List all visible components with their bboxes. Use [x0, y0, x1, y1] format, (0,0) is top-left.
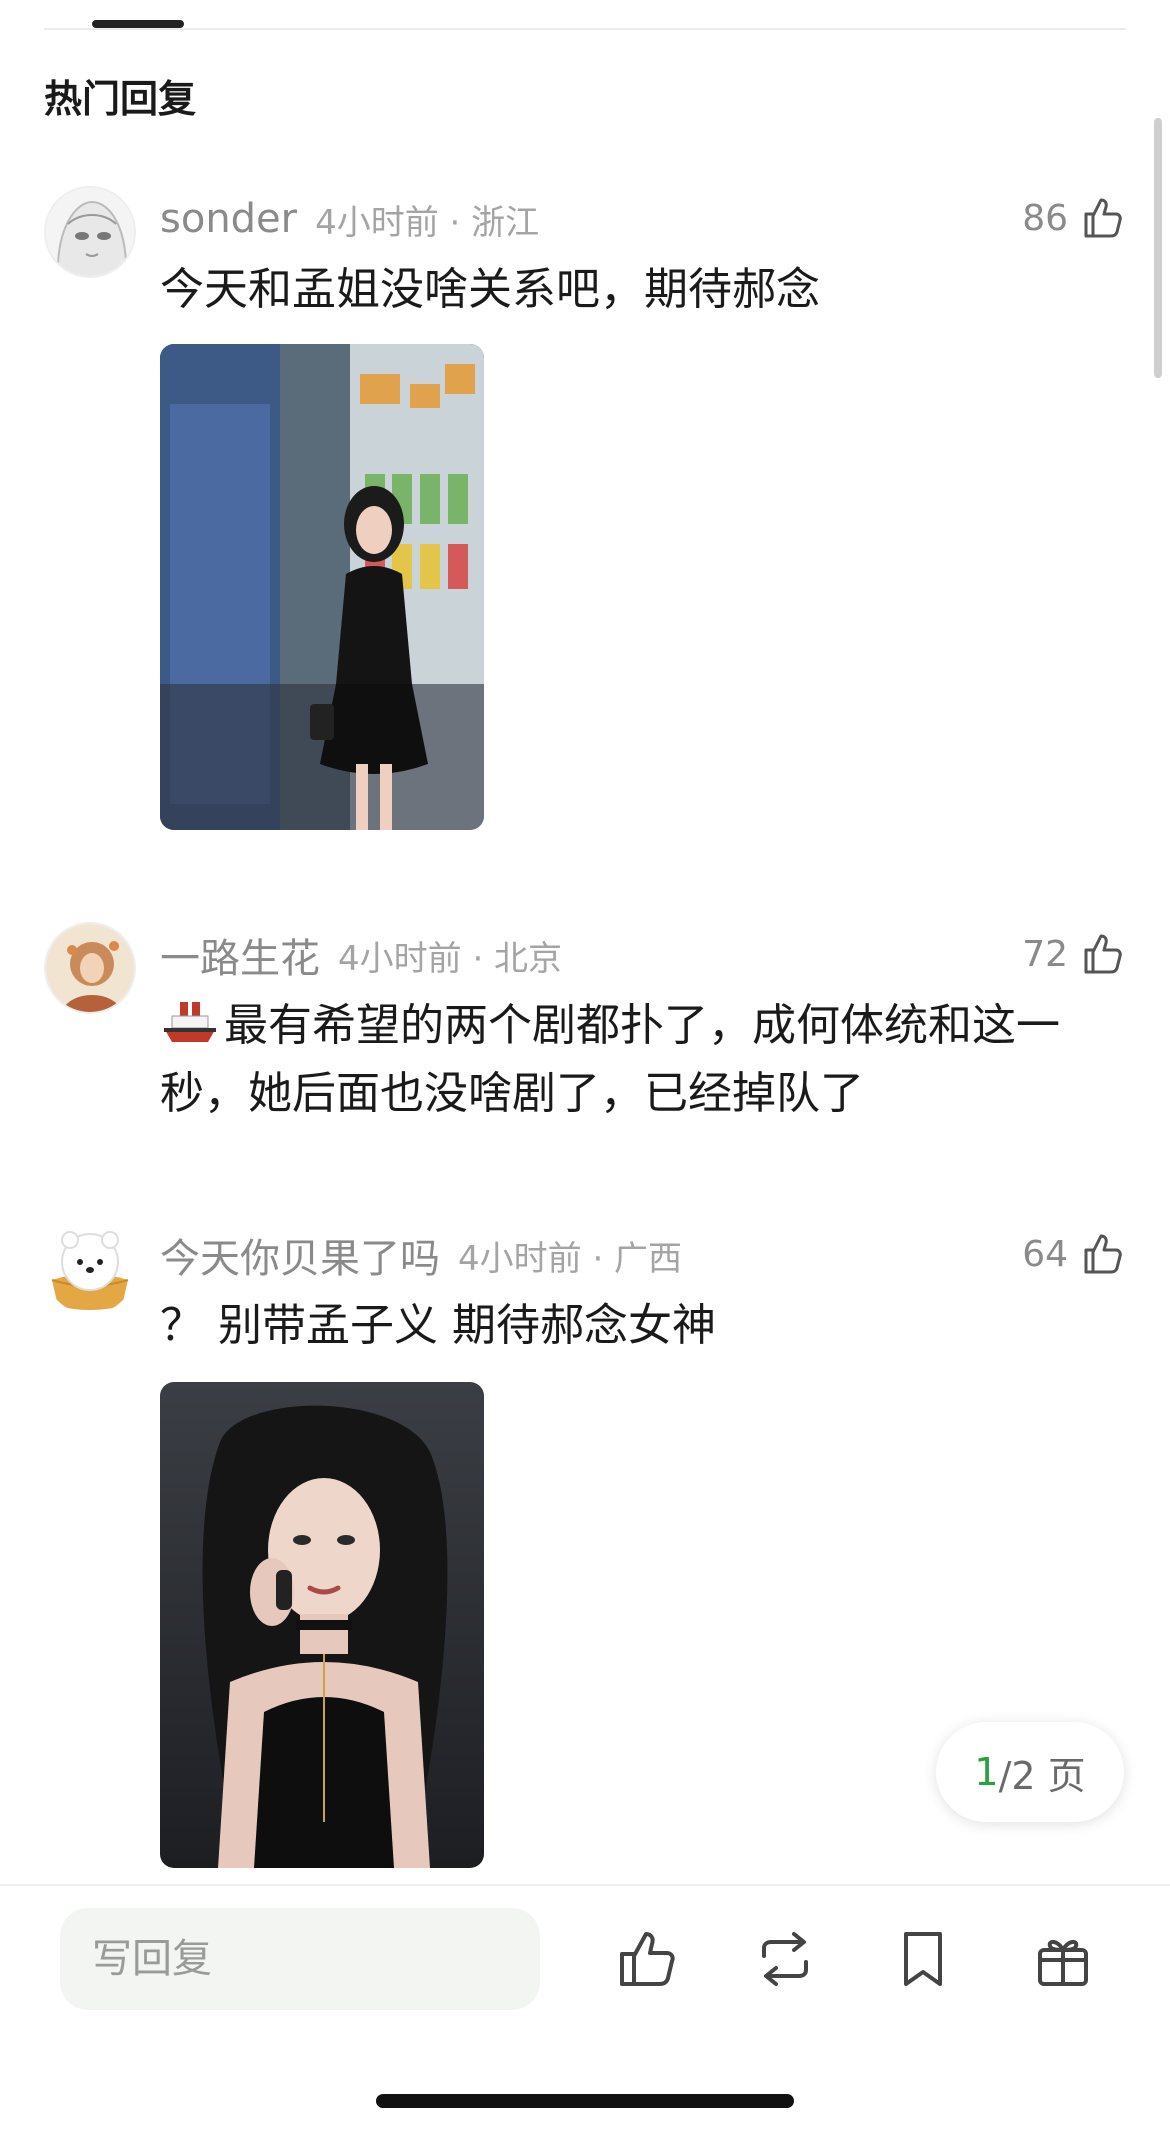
user-avatar[interactable]: [44, 922, 136, 1014]
username[interactable]: 一路生花: [160, 926, 320, 984]
thumbs-up-icon[interactable]: [1078, 930, 1126, 978]
active-tab-indicator: [92, 20, 184, 28]
username[interactable]: sonder: [160, 196, 297, 242]
comment-text: 最有希望的两个剧都扑了，成何体统和这一秒，她后面也没啥剧了，已经掉队了: [160, 992, 1126, 1128]
comment-header: 今天你贝果了吗 4小时前 · 广西 64: [160, 1230, 1126, 1282]
current-page: 1: [974, 1750, 999, 1794]
comment-meta: 4小时前 · 北京: [338, 938, 563, 979]
top-divider: [44, 28, 1126, 30]
comment-header: sonder 4小时前 · 浙江 86: [160, 194, 1126, 244]
comment-meta: 4小时前 · 广西: [458, 1238, 683, 1279]
comment-image[interactable]: [160, 1382, 484, 1868]
like-button[interactable]: 86: [1022, 194, 1126, 242]
gift-icon[interactable]: [1030, 1926, 1096, 1992]
like-count: 64: [1022, 1233, 1068, 1275]
comment-body: 最有希望的两个剧都扑了，成何体统和这一秒，她后面也没啥剧了，已经掉队了: [160, 1000, 1060, 1119]
like-button[interactable]: 72: [1022, 930, 1126, 978]
like-count: 86: [1022, 197, 1068, 239]
thumbs-up-icon[interactable]: [1078, 1230, 1126, 1278]
comment-text: ？ 别带孟子义 期待郝念女神: [160, 1300, 716, 1351]
page-indicator[interactable]: 1/2 页: [936, 1722, 1124, 1822]
user-avatar[interactable]: [44, 1222, 136, 1314]
total-pages: /2 页: [998, 1753, 1086, 1798]
home-indicator[interactable]: [376, 2094, 794, 2108]
bookmark-icon[interactable]: [890, 1926, 956, 1992]
scrollbar[interactable]: [1154, 118, 1162, 378]
comment-meta: 4小时前 · 浙江: [315, 202, 540, 243]
user-avatar[interactable]: [44, 186, 136, 278]
ship-emoji: [164, 1002, 216, 1042]
thumbs-up-icon[interactable]: [1078, 194, 1126, 242]
like-button[interactable]: 64: [1022, 1230, 1126, 1278]
comment-header: 一路生花 4小时前 · 北京 72: [160, 930, 1126, 982]
reply-input[interactable]: [60, 1908, 540, 2010]
comment-item: sonder 4小时前 · 浙江 86 今天和孟姐没啥关系吧，期待郝念: [44, 186, 1126, 846]
repost-icon[interactable]: [752, 1926, 818, 1992]
comment-item: 一路生花 4小时前 · 北京 72 最有希望的两个剧都扑了，成何体统和这一秒，她…: [44, 922, 1126, 1162]
section-title: 热门回复: [44, 77, 197, 121]
comment-image[interactable]: [160, 344, 484, 830]
like-icon[interactable]: [614, 1926, 680, 1992]
comment-text: 今天和孟姐没啥关系吧，期待郝念: [160, 264, 820, 315]
username[interactable]: 今天你贝果了吗: [160, 1226, 440, 1284]
like-count: 72: [1022, 933, 1068, 975]
